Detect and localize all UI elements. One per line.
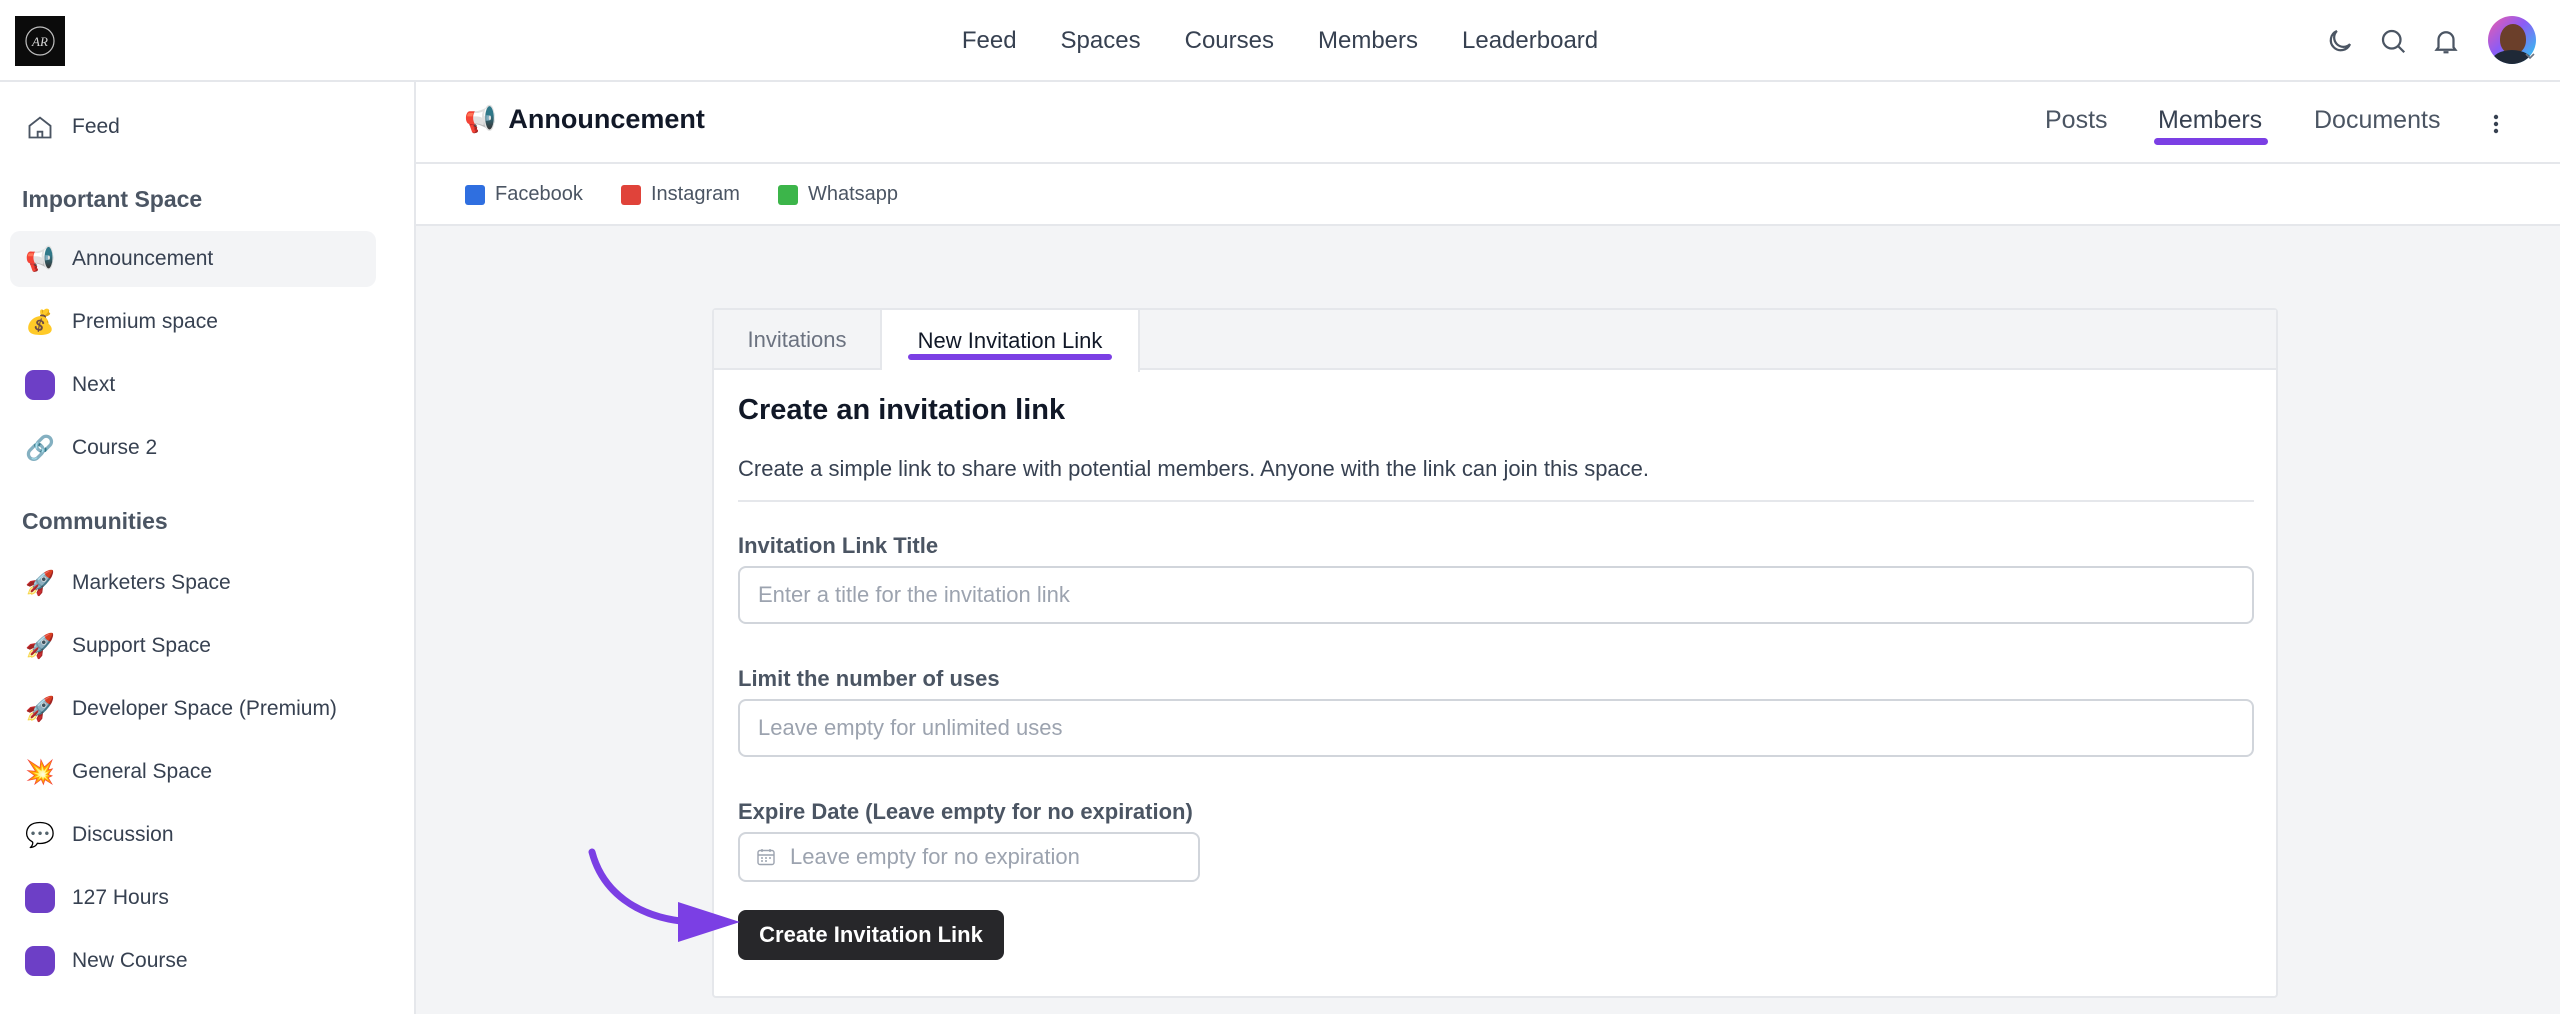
link-label: Facebook [495,183,583,205]
sidebar-item-label: New Course [72,949,188,972]
create-invitation-link-button[interactable]: Create Invitation Link [738,910,1004,960]
nav-feed[interactable]: Feed [962,27,1017,55]
expire-field-label: Expire Date (Leave empty for no expirati… [738,799,1193,824]
tab-new-invitation-link[interactable]: New Invitation Link [882,310,1140,372]
invitation-card: Invitations New Invitation Link Create a… [712,308,2278,998]
sidebar-item-label: Developer Space (Premium) [72,697,337,720]
sidebar-item-label: Discussion [72,823,174,846]
purple-dot-icon [24,369,56,401]
tab-active-underline [908,354,1112,360]
money-bag-icon: 💰 [25,308,55,336]
invitation-tabs: Invitations New Invitation Link [714,310,2276,372]
sidebar-item-label: Premium space [72,310,218,333]
sidebar-item-label: 127 Hours [72,886,169,909]
search-icon[interactable] [2375,23,2411,59]
dark-mode-moon-icon[interactable] [2322,23,2358,59]
annotation-arrow-icon [588,848,740,942]
purple-dot-icon [24,945,56,977]
green-square-icon [778,184,798,205]
sidebar-item-127-hours[interactable]: 127 Hours [10,870,376,926]
nav-spaces[interactable]: Spaces [1061,27,1141,55]
form-heading: Create an invitation link [738,394,1066,426]
section-heading-communities: Communities [22,508,168,534]
avatar-chevron-down-icon[interactable] [2524,50,2536,62]
link-instagram[interactable]: Instagram [621,183,740,206]
sidebar-item-course-2[interactable]: 🔗 Course 2 [10,420,376,476]
nav-courses[interactable]: Courses [1185,27,1274,55]
sidebar-item-label: Next [72,373,116,396]
sidebar-item-label: Support Space [72,634,211,657]
main-navigation: Feed Spaces Courses Members Leaderboard [0,0,2560,82]
divider [738,500,2254,502]
space-title-text: Announcement [508,104,705,134]
usage-limit-input[interactable] [738,699,2254,757]
megaphone-icon: 📢 [464,104,497,134]
invitation-title-input[interactable] [738,566,2254,624]
sidebar-item-marketers-space[interactable]: 🚀 Marketers Space [10,555,376,611]
sidebar-item-label: Course 2 [72,436,158,459]
purple-dot-icon [24,882,56,914]
rocket-icon: 🚀 [25,632,55,660]
nav-leaderboard[interactable]: Leaderboard [1462,27,1598,55]
svg-text:AR: AR [31,34,48,49]
tab-members[interactable]: Members [2158,106,2262,135]
tab-invitations[interactable]: Invitations [714,310,882,370]
blue-square-icon [465,184,485,205]
collision-icon: 💥 [25,758,55,786]
link-label: Whatsapp [808,183,899,205]
calendar-icon [757,849,775,866]
sidebar-item-label: General Space [72,760,213,783]
space-links-bar: Facebook Instagram Whatsapp [416,164,2560,226]
rocket-icon: 🚀 [25,569,55,597]
sidebar-item-premium-space[interactable]: 💰 Premium space [10,294,376,350]
sidebar-item-next[interactable]: Next [10,357,376,413]
link-facebook[interactable]: Facebook [465,183,583,206]
sidebar-item-developer-space[interactable]: 🚀 Developer Space (Premium) [10,681,376,737]
tab-active-underline [2154,138,2268,145]
sidebar-item-new-course[interactable]: New Course [10,933,376,989]
speech-bubble-icon: 💬 [25,821,55,849]
nav-members[interactable]: Members [1318,27,1418,55]
sidebar: Feed Important Space 📢 Announcement 💰 Pr… [0,82,416,1014]
form-description: Create a simple link to share with poten… [738,456,1650,481]
tab-posts[interactable]: Posts [2045,106,2108,135]
expire-date-field[interactable] [738,832,1200,882]
notification-bell-icon[interactable] [2428,23,2464,59]
sidebar-item-announcement[interactable]: 📢 Announcement [10,231,376,287]
link-label: Instagram [651,183,740,205]
space-header: 📢 Announcement Posts Members Documents [416,82,2560,164]
brand-logo[interactable]: AR [15,16,65,66]
tab-documents[interactable]: Documents [2314,106,2440,135]
logo-monogram-icon: AR [25,26,55,56]
sidebar-item-feed[interactable]: Feed [10,99,376,155]
sidebar-item-label: Marketers Space [72,571,231,594]
link-whatsapp[interactable]: Whatsapp [778,183,898,206]
home-icon [24,111,56,143]
limit-field-label: Limit the number of uses [738,666,1000,691]
sidebar-item-support-space[interactable]: 🚀 Support Space [10,618,376,674]
expire-date-input[interactable] [788,843,1192,871]
title-field-label: Invitation Link Title [738,533,939,558]
sidebar-item-label: Feed [72,115,120,138]
link-icon: 🔗 [25,434,55,462]
top-bar: AR Feed Spaces Courses Members Leaderboa… [0,0,2560,82]
rocket-icon: 🚀 [25,695,55,723]
tab-label: New Invitation Link [917,328,1103,353]
section-heading-important-space: Important Space [22,186,203,212]
sidebar-item-general-space[interactable]: 💥 General Space [10,744,376,800]
sidebar-item-discussion[interactable]: 💬 Discussion [10,807,376,863]
space-title: 📢 Announcement [464,104,705,135]
sidebar-item-label: Announcement [72,247,214,270]
more-options-kebab-icon[interactable] [2492,112,2500,136]
megaphone-icon: 📢 [25,245,55,273]
red-square-icon [621,184,641,205]
